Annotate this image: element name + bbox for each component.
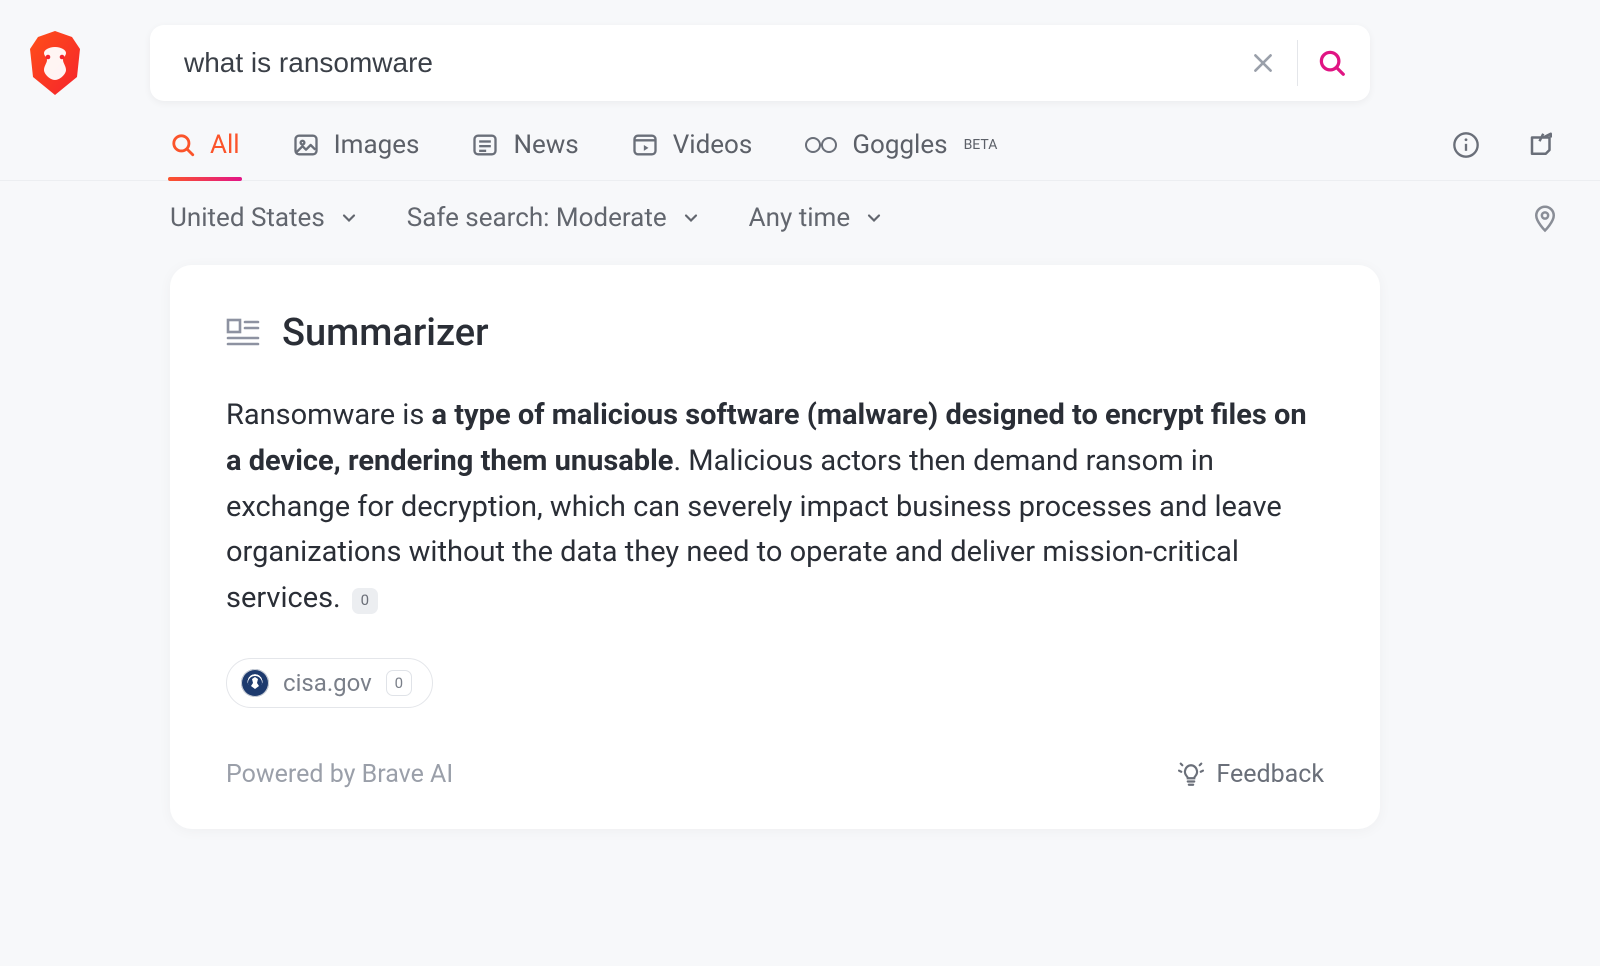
feedback-button[interactable]: Feedback [1178, 760, 1324, 789]
tab-label: Images [334, 130, 420, 160]
filter-region[interactable]: United States [170, 203, 359, 233]
filter-label: Safe search: Moderate [407, 203, 667, 233]
source-domain: cisa.gov [283, 669, 372, 697]
location-pin-icon [1530, 203, 1560, 233]
source-favicon [241, 669, 269, 697]
clear-search-button[interactable] [1235, 35, 1291, 91]
tab-label: Goggles [852, 130, 947, 160]
source-chip[interactable]: cisa.gov 0 [226, 658, 433, 708]
info-button[interactable] [1448, 127, 1484, 163]
divider [1297, 40, 1298, 86]
tab-label: Videos [673, 130, 753, 160]
compose-button[interactable] [1524, 127, 1560, 163]
video-icon [631, 131, 659, 159]
feedback-label: Feedback [1216, 760, 1324, 789]
citation-badge[interactable]: 0 [352, 588, 378, 614]
lightbulb-icon [1178, 762, 1204, 788]
summary-pre: Ransomware is [226, 398, 432, 432]
summarizer-icon [226, 318, 260, 348]
chevron-down-icon [864, 208, 884, 228]
beta-badge: BETA [964, 137, 998, 153]
filter-label: Any time [749, 203, 851, 233]
filter-safesearch[interactable]: Safe search: Moderate [407, 203, 701, 233]
tab-label: All [210, 130, 240, 160]
image-icon [292, 131, 320, 159]
filter-label: United States [170, 203, 325, 233]
powered-by-label: Powered by Brave AI [226, 760, 453, 789]
tab-news[interactable]: News [471, 130, 578, 180]
search-tabs: All Images News Videos Goggles BETA [0, 101, 1600, 181]
summarizer-title: Summarizer [282, 311, 489, 355]
search-input[interactable] [184, 47, 1235, 79]
filter-bar: United States Safe search: Moderate Any … [0, 181, 1600, 255]
info-icon [1452, 131, 1480, 159]
chevron-down-icon [681, 208, 701, 228]
tab-images[interactable]: Images [292, 130, 420, 180]
tab-label: News [513, 130, 578, 160]
source-citation-number: 0 [386, 670, 412, 696]
location-button[interactable] [1530, 203, 1560, 233]
tab-goggles[interactable]: Goggles BETA [804, 130, 997, 180]
compose-icon [1527, 130, 1557, 160]
summarizer-card: Summarizer Ransomware is a type of malic… [170, 265, 1380, 829]
search-bar [150, 25, 1370, 101]
tab-all[interactable]: All [170, 130, 240, 180]
brave-logo[interactable] [25, 29, 85, 97]
search-icon [1317, 48, 1347, 78]
filter-time[interactable]: Any time [749, 203, 885, 233]
search-button[interactable] [1304, 35, 1360, 91]
chevron-down-icon [339, 208, 359, 228]
goggles-icon [804, 135, 838, 155]
close-icon [1250, 50, 1276, 76]
news-icon [471, 131, 499, 159]
tab-videos[interactable]: Videos [631, 130, 753, 180]
search-icon [170, 132, 196, 158]
summary-text: Ransomware is a type of malicious softwa… [226, 393, 1324, 622]
